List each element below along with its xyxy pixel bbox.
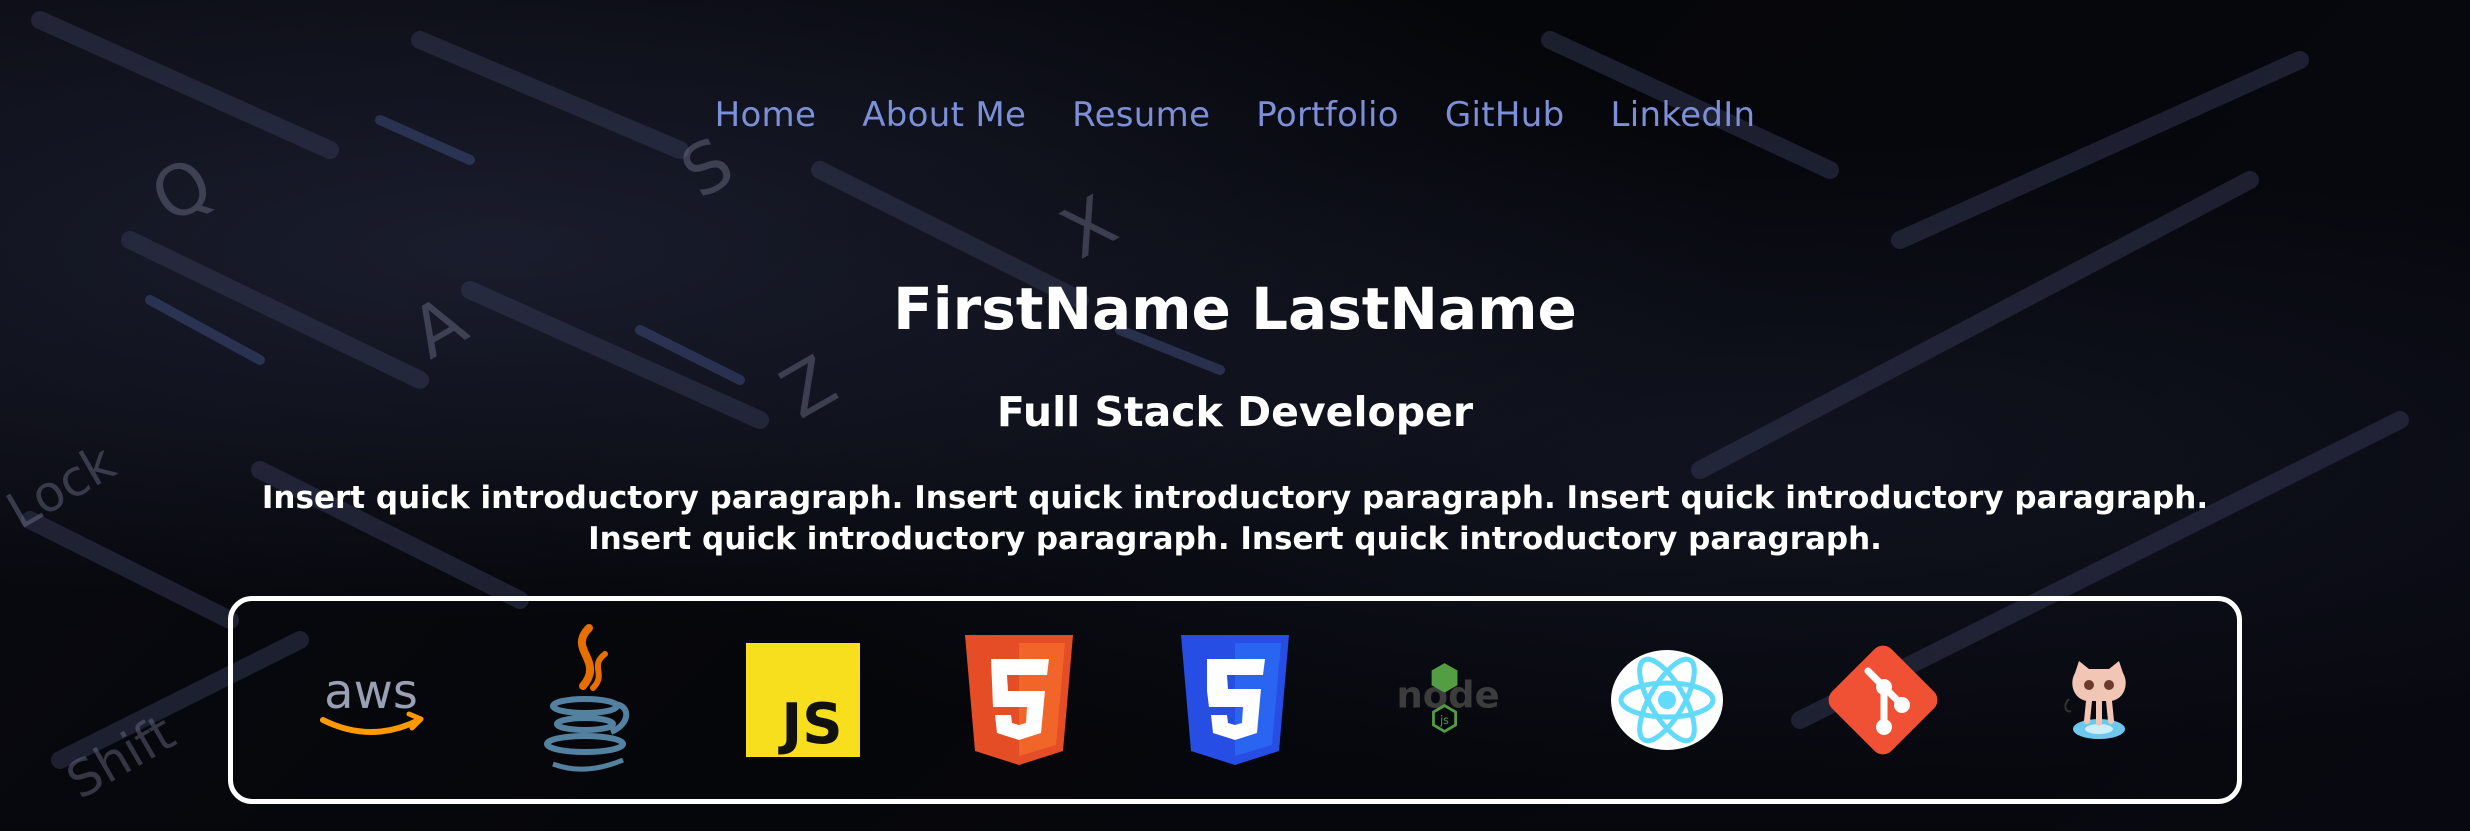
nav-link-portfolio[interactable]: Portfolio — [1256, 95, 1399, 135]
aws-icon: aws — [311, 635, 431, 765]
javascript-icon: JS — [743, 635, 863, 765]
aws-text: aws — [324, 664, 418, 720]
svg-text:X: X — [1048, 180, 1131, 275]
github-octocat-icon — [2039, 635, 2159, 765]
nodejs-icon: node js — [1391, 635, 1511, 765]
java-icon — [527, 624, 647, 772]
svg-text:Q: Q — [138, 141, 227, 240]
html5-icon — [959, 635, 1079, 765]
job-title: Full Stack Developer — [996, 388, 1474, 436]
svg-text:Shift: Shift — [57, 703, 184, 810]
nav-link-about-me[interactable]: About Me — [862, 95, 1026, 135]
nav-link-home[interactable]: Home — [715, 95, 817, 135]
main-navigation: Home About Me Resume Portfolio GitHub Li… — [0, 95, 2470, 135]
js-text: JS — [777, 692, 842, 757]
nav-link-resume[interactable]: Resume — [1072, 95, 1210, 135]
git-icon — [1823, 635, 1943, 765]
tech-stack-box: aws JS node js — [228, 596, 2242, 804]
css3-icon — [1175, 635, 1295, 765]
svg-text:S: S — [668, 121, 747, 214]
nav-link-github[interactable]: GitHub — [1445, 95, 1565, 135]
intro-paragraph: Insert quick introductory paragraph. Ins… — [261, 480, 2209, 557]
nav-link-linkedin[interactable]: LinkedIn — [1611, 95, 1756, 135]
svg-text:Lock: Lock — [0, 433, 125, 540]
node-js-badge: js — [1439, 714, 1449, 727]
page-title-name: FirstName LastName — [893, 275, 1577, 343]
react-icon — [1607, 635, 1727, 765]
